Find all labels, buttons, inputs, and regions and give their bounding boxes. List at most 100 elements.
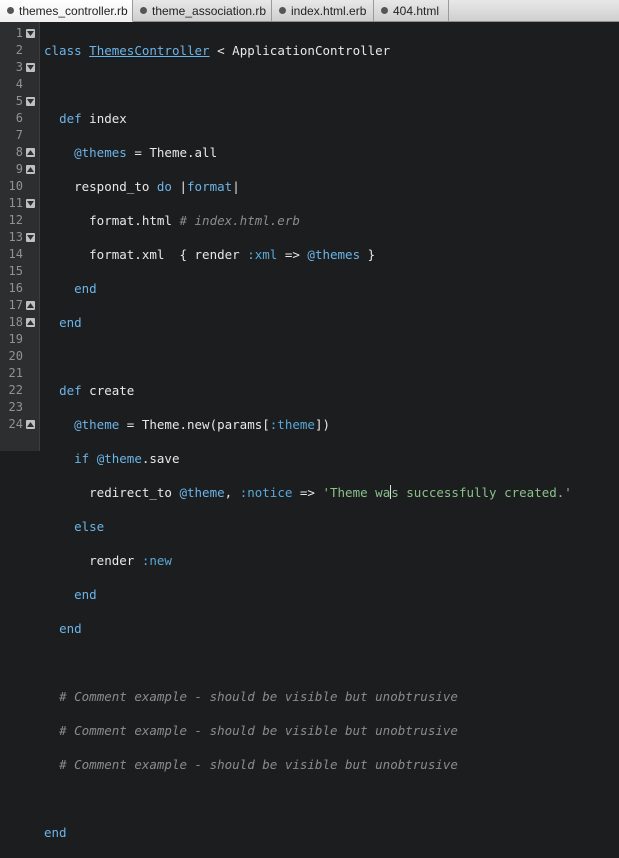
tab-label: index.html.erb bbox=[291, 3, 367, 18]
line-number: 24 bbox=[8, 417, 23, 431]
keyword: end bbox=[74, 587, 97, 602]
keyword: if bbox=[74, 451, 90, 466]
line-number: 22 bbox=[8, 383, 23, 397]
line-number: 3 bbox=[15, 60, 23, 74]
tab-label: 404.html bbox=[393, 3, 440, 18]
keyword: end bbox=[59, 315, 82, 330]
line-number: 2 bbox=[15, 43, 23, 57]
code-text-span: format.html bbox=[89, 213, 180, 228]
fold-end-icon[interactable] bbox=[26, 165, 35, 174]
code-line-17: end bbox=[44, 586, 572, 603]
line-number: 18 bbox=[8, 315, 23, 329]
line-number: 8 bbox=[15, 145, 23, 159]
symbol: :new bbox=[141, 553, 172, 568]
code-text-span: redirect_to bbox=[89, 485, 180, 500]
class-name: ThemesController bbox=[89, 43, 210, 58]
code-line-15: else bbox=[44, 518, 572, 535]
line-number: 15 bbox=[8, 264, 23, 278]
fold-end-icon[interactable] bbox=[26, 318, 35, 327]
code-line-6: format.html # index.html.erb bbox=[44, 212, 572, 229]
code-line-24: end bbox=[44, 824, 572, 841]
code-line-8: end bbox=[44, 280, 572, 297]
code-line-16: render :new bbox=[44, 552, 572, 569]
line-number: 5 bbox=[15, 94, 23, 108]
line-number: 6 bbox=[15, 111, 23, 125]
symbol: :theme bbox=[269, 417, 315, 432]
code-line-13: if @theme.save bbox=[44, 450, 572, 467]
tab-theme-association[interactable]: theme_association.rb bbox=[133, 0, 272, 21]
fold-start-icon[interactable] bbox=[26, 29, 35, 38]
keyword: end bbox=[44, 825, 67, 840]
code-text[interactable]: class ThemesController < ApplicationCont… bbox=[44, 25, 572, 858]
line-number: 23 bbox=[8, 400, 23, 414]
comment: # index.html.erb bbox=[179, 213, 300, 228]
method-name: index bbox=[81, 111, 127, 126]
keyword: def bbox=[59, 111, 82, 126]
string-literal: s successfully created.' bbox=[391, 485, 572, 500]
code-line-9: end bbox=[44, 314, 572, 331]
keyword: else bbox=[74, 519, 105, 534]
superclass: < ApplicationController bbox=[209, 43, 391, 58]
symbol: :xml bbox=[247, 247, 278, 262]
instance-variable: @theme bbox=[74, 417, 120, 432]
fold-end-icon[interactable] bbox=[26, 301, 35, 310]
code-text-span: .save bbox=[141, 451, 180, 466]
comment: # Comment example - should be visible bu… bbox=[59, 689, 458, 704]
code-line-1: class ThemesController < ApplicationCont… bbox=[44, 42, 572, 59]
line-number: 20 bbox=[8, 349, 23, 363]
line-number: 9 bbox=[15, 162, 23, 176]
fold-start-icon[interactable] bbox=[26, 97, 35, 106]
line-number: 17 bbox=[8, 298, 23, 312]
file-dot-icon bbox=[7, 7, 14, 14]
keyword: end bbox=[74, 281, 97, 296]
fold-start-icon[interactable] bbox=[26, 233, 35, 242]
code-text-span: render bbox=[89, 553, 142, 568]
line-number: 10 bbox=[8, 179, 23, 193]
tab-label: themes_controller.rb bbox=[19, 3, 128, 18]
tab-index-html-erb[interactable]: index.html.erb bbox=[272, 0, 374, 21]
code-text-span: = Theme.all bbox=[126, 145, 218, 160]
line-number-gutter: 1 2 3 4 5 6 7 8 9 10 11 12 13 14 15 16 1… bbox=[0, 22, 40, 451]
tab-themes-controller[interactable]: themes_controller.rb bbox=[0, 0, 133, 22]
code-line-22: # Comment example - should be visible bu… bbox=[44, 756, 572, 773]
line-number: 1 bbox=[15, 26, 23, 40]
line-number: 12 bbox=[8, 213, 23, 227]
code-text-span: => bbox=[292, 485, 323, 500]
instance-variable: @themes bbox=[74, 145, 127, 160]
fold-start-icon[interactable] bbox=[26, 63, 35, 72]
code-text-span: format.xml { render bbox=[89, 247, 248, 262]
code-text-span: ]) bbox=[314, 417, 330, 432]
fold-end-icon[interactable] bbox=[26, 148, 35, 157]
code-line-21: # Comment example - should be visible bu… bbox=[44, 722, 572, 739]
comment: # Comment example - should be visible bu… bbox=[59, 757, 458, 772]
line-number: 4 bbox=[15, 77, 23, 91]
line-number: 21 bbox=[8, 366, 23, 380]
line-number: 7 bbox=[15, 128, 23, 142]
symbol: :notice bbox=[239, 485, 293, 500]
line-number: 11 bbox=[8, 196, 23, 210]
method-name: create bbox=[81, 383, 135, 398]
instance-variable: @themes bbox=[307, 247, 361, 262]
instance-variable: @theme bbox=[89, 451, 142, 466]
block-param: format bbox=[187, 179, 233, 194]
tab-bar: themes_controller.rb theme_association.r… bbox=[0, 0, 619, 22]
string-literal: 'Theme wa bbox=[322, 485, 391, 500]
keyword: def bbox=[59, 383, 82, 398]
line-number: 13 bbox=[8, 230, 23, 244]
code-line-3: def index bbox=[44, 110, 572, 127]
keyword: do bbox=[156, 179, 172, 194]
code-text-span: | bbox=[232, 179, 240, 194]
fold-start-icon[interactable] bbox=[26, 199, 35, 208]
code-text-span: => bbox=[277, 247, 308, 262]
comment: # Comment example - should be visible bu… bbox=[59, 723, 458, 738]
code-line-12: @theme = Theme.new(params[:theme]) bbox=[44, 416, 572, 433]
fold-end-icon[interactable] bbox=[26, 420, 35, 429]
code-line-14: redirect_to @theme, :notice => 'Theme wa… bbox=[44, 484, 572, 501]
code-line-18: end bbox=[44, 620, 572, 637]
file-dot-icon bbox=[279, 7, 286, 14]
tab-404-html[interactable]: 404.html bbox=[374, 0, 449, 21]
